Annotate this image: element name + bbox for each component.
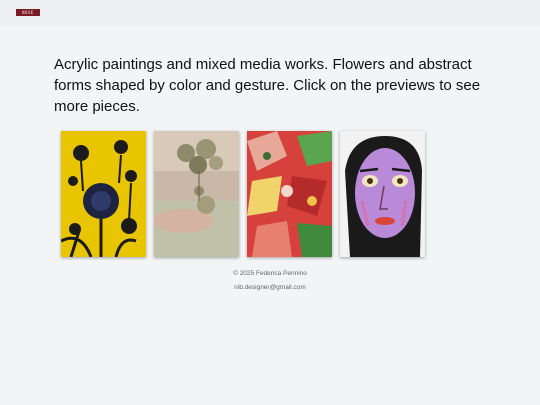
footer-copyright: © 2025 Federica Pennino: [233, 270, 307, 277]
red-abstract-painting: [247, 131, 332, 257]
face-portrait-painting: [340, 131, 425, 257]
site-logo[interactable]: NOSE: [16, 9, 40, 16]
gallery-thumb-4[interactable]: [340, 131, 425, 257]
gallery: [61, 131, 425, 257]
intro-text: Acrylic paintings and mixed media works.…: [54, 56, 481, 115]
top-bar: NOSE: [0, 0, 540, 26]
mixed-media-flowers-painting: [154, 131, 239, 257]
footer-email[interactable]: nib.designer@gmail.com: [0, 284, 540, 291]
gallery-thumb-3[interactable]: [247, 131, 332, 257]
gallery-thumb-2[interactable]: [154, 131, 239, 257]
gallery-thumb-1[interactable]: [61, 131, 146, 257]
dark-flowers-on-yellow-painting: [61, 131, 146, 257]
